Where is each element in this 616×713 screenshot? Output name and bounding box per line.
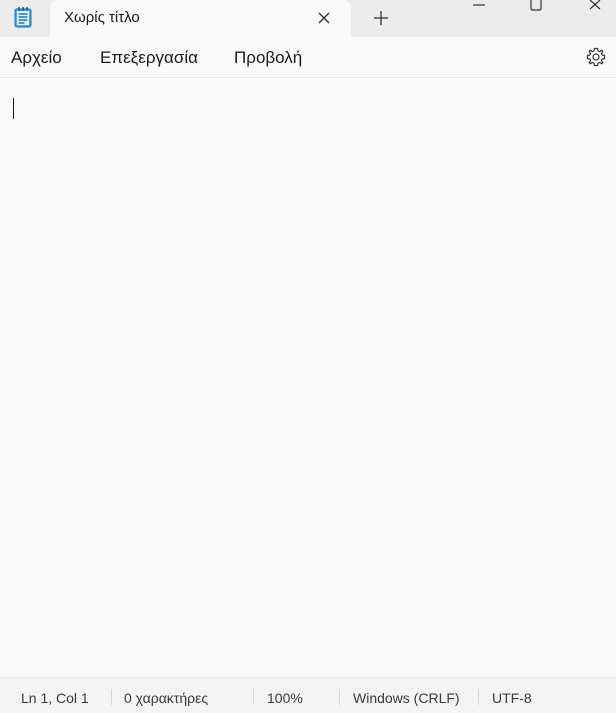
notepad-icon[interactable] — [14, 6, 32, 28]
plus-icon[interactable] — [371, 8, 391, 28]
tab-title: Χωρίς τίτλο — [64, 9, 140, 26]
text-caret — [13, 98, 14, 119]
line-ending[interactable]: Windows (CRLF) — [353, 690, 460, 706]
maximize-icon[interactable] — [513, 0, 559, 16]
text-editor[interactable] — [0, 78, 616, 677]
zoom-level[interactable]: 100% — [267, 690, 303, 706]
tab-untitled[interactable]: Χωρίς τίτλο — [50, 0, 351, 37]
menu-bar: Αρχείο Επεξεργασία Προβολή — [0, 37, 616, 78]
window-close-icon[interactable] — [570, 0, 616, 16]
status-divider — [253, 689, 254, 705]
character-count: 0 χαρακτήρες — [124, 690, 209, 706]
status-divider — [339, 689, 340, 705]
close-icon[interactable] — [315, 9, 333, 27]
menu-view[interactable]: Προβολή — [234, 48, 302, 68]
cursor-position: Ln 1, Col 1 — [21, 690, 89, 706]
title-bar: Χωρίς τίτλο — [0, 0, 616, 37]
encoding[interactable]: UTF-8 — [492, 690, 532, 706]
gear-icon[interactable] — [585, 46, 607, 68]
status-divider — [111, 689, 112, 705]
status-bar: Ln 1, Col 1 0 χαρακτήρες 100% Windows (C… — [0, 677, 616, 713]
menu-edit[interactable]: Επεξεργασία — [100, 48, 198, 68]
minimize-icon[interactable] — [456, 0, 502, 16]
status-divider — [478, 689, 479, 705]
menu-file[interactable]: Αρχείο — [11, 48, 62, 68]
